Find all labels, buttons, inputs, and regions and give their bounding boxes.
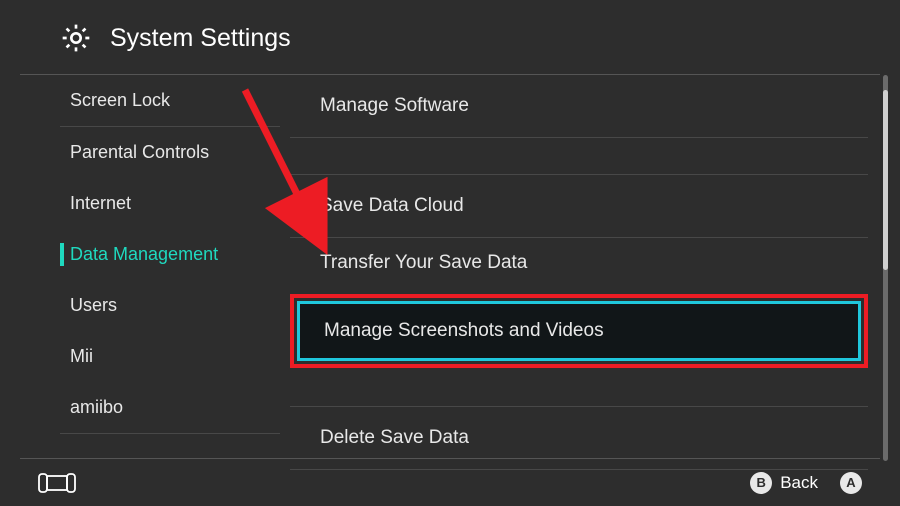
a-button[interactable]: A <box>840 472 862 494</box>
header: System Settings <box>20 0 880 75</box>
gear-icon <box>60 22 92 54</box>
spacer <box>290 138 868 174</box>
footer-buttons: B Back A <box>750 472 862 494</box>
menu-item-label: Transfer Your Save Data <box>320 252 527 273</box>
controller-icon <box>38 473 76 493</box>
footer: B Back A <box>20 458 880 506</box>
menu-item-label: Save Data Cloud <box>320 195 464 216</box>
content-panel: Manage Software Save Data Cloud Transfer… <box>290 75 900 461</box>
page-title: System Settings <box>110 24 291 53</box>
selection-highlight: Manage Screenshots and Videos <box>297 301 861 361</box>
menu-item-save-data-cloud[interactable]: Save Data Cloud <box>290 175 868 237</box>
sidebar-item-label: Users <box>70 295 117 315</box>
a-button-icon: A <box>840 472 862 494</box>
menu-item-label: Manage Screenshots and Videos <box>324 320 604 341</box>
sidebar-item-internet[interactable]: Internet <box>20 178 290 229</box>
main: Screen Lock Parental Controls Internet D… <box>0 75 900 461</box>
b-button-icon: B <box>750 472 772 494</box>
menu-item-manage-screenshots[interactable]: Manage Screenshots and Videos <box>290 294 868 368</box>
menu-item-label: Delete Save Data <box>320 427 469 448</box>
sidebar-item-label: Internet <box>70 193 131 213</box>
sidebar-item-mii[interactable]: Mii <box>20 331 290 382</box>
sidebar-item-parental-controls[interactable]: Parental Controls <box>20 127 290 178</box>
sidebar: Screen Lock Parental Controls Internet D… <box>0 75 290 461</box>
sidebar-item-amiibo[interactable]: amiibo <box>20 382 290 433</box>
menu-item-manage-software[interactable]: Manage Software <box>290 75 868 137</box>
sidebar-item-label: amiibo <box>70 397 123 417</box>
spacer <box>290 374 868 406</box>
menu-item-label: Manage Software <box>320 95 469 116</box>
sidebar-item-label: Mii <box>70 346 93 366</box>
back-button[interactable]: B Back <box>750 472 818 494</box>
scrollbar-thumb[interactable] <box>883 90 888 270</box>
divider <box>60 433 280 434</box>
sidebar-item-label: Parental Controls <box>70 142 209 162</box>
sidebar-item-label: Screen Lock <box>70 90 170 110</box>
sidebar-item-screen-lock[interactable]: Screen Lock <box>20 75 290 126</box>
sidebar-item-label: Data Management <box>70 244 218 264</box>
menu-item-transfer-save-data[interactable]: Transfer Your Save Data <box>290 238 868 288</box>
sidebar-item-users[interactable]: Users <box>20 280 290 331</box>
button-label: Back <box>780 473 818 493</box>
scrollbar[interactable] <box>883 75 888 461</box>
annotation-red-box: Manage Screenshots and Videos <box>290 294 868 368</box>
sidebar-item-data-management[interactable]: Data Management <box>20 229 290 280</box>
